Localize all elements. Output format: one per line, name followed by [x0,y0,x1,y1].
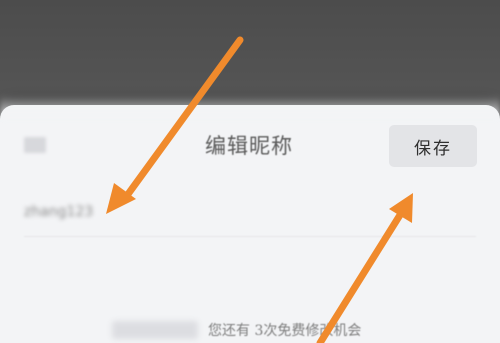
hint-prefix-blurred [112,321,198,339]
dimmed-background[interactable] [0,0,500,110]
input-divider [24,236,476,237]
nickname-input[interactable]: zhang123 [24,200,324,224]
close-icon[interactable] [24,137,46,153]
save-button[interactable]: 保存 [389,125,477,167]
modify-hint: 您还有 3次免费修改机会 [112,318,432,342]
sheet-edge [0,96,500,118]
screen: 编辑昵称 保存 zhang123 您还有 3次免费修改机会 [0,0,500,343]
page-title: 编辑昵称 [205,134,293,158]
hint-text: 您还有 3次免费修改机会 [208,323,362,339]
